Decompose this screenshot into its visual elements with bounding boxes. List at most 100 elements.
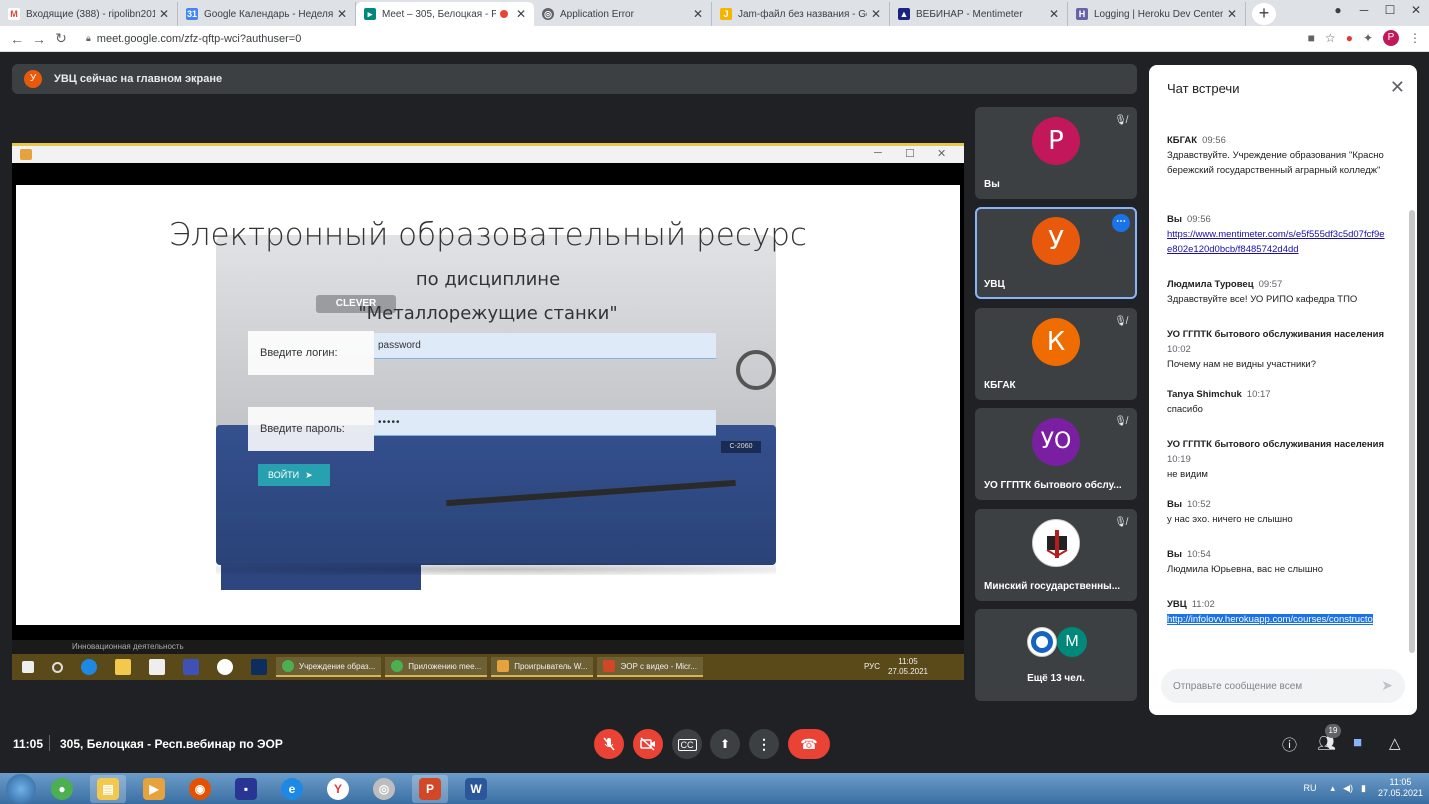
tray-arrow-icon[interactable]: ▴ bbox=[1331, 783, 1336, 794]
new-tab-button[interactable]: + bbox=[1252, 3, 1276, 25]
send-icon[interactable]: ➤ bbox=[1381, 677, 1393, 694]
leave-call-button[interactable]: ☎︎ bbox=[788, 729, 830, 759]
tab-application-error[interactable]: ◎ Application Error ✕ bbox=[534, 2, 712, 26]
close-icon[interactable]: ✕ bbox=[516, 7, 526, 21]
speaking-indicator-icon: ⋯ bbox=[1112, 214, 1130, 232]
present-button[interactable]: ⬆︎ bbox=[710, 729, 740, 759]
star-icon[interactable]: ☆ bbox=[1325, 31, 1336, 45]
participant-tile[interactable]: УО 🎙︎̸ УО ГГПТК бытового обслу... bbox=[975, 408, 1137, 500]
activities-icon[interactable]: △ bbox=[1389, 734, 1401, 752]
taskbar-ie[interactable]: e bbox=[274, 775, 310, 803]
captions-button[interactable]: CC bbox=[672, 729, 702, 759]
participant-mini-avatar: M bbox=[1057, 627, 1087, 657]
profile-icon[interactable]: ● bbox=[1325, 0, 1351, 20]
taskbar-explorer[interactable]: ▤ bbox=[90, 774, 126, 803]
opera-icon[interactable]: ● bbox=[1346, 31, 1353, 45]
windows-start-button[interactable] bbox=[6, 773, 36, 804]
windows-start-icon bbox=[22, 661, 34, 673]
taskbar-media-player[interactable]: ▶ bbox=[136, 775, 172, 803]
info-icon[interactable]: ⓘ bbox=[1282, 734, 1297, 755]
participant-name: Минский государственны... bbox=[984, 581, 1121, 592]
taskbar-powerpoint[interactable]: P bbox=[412, 774, 448, 803]
close-icon[interactable]: ✕ bbox=[871, 7, 881, 21]
divider bbox=[49, 735, 50, 751]
chat-icon[interactable]: ■ bbox=[1353, 734, 1362, 751]
message-link[interactable]: https://www.mentimeter.com/s/e5f555df3c5… bbox=[1167, 229, 1385, 255]
taskbar-yandex[interactable]: Y bbox=[320, 775, 356, 803]
message-time: 09:57 bbox=[1258, 279, 1283, 290]
tab-jamboard[interactable]: J Jam-файл без названия - Goog ✕ bbox=[712, 2, 890, 26]
tab-meet[interactable]: ▸ Meet – 305, Белоцкая - Респ ✕ bbox=[356, 2, 534, 26]
arrow-right-icon: ➤ bbox=[305, 469, 313, 480]
phone-hangup-icon: ☎︎ bbox=[800, 736, 818, 752]
message-sender: УО ГГПТК бытового обслуживания населения bbox=[1167, 439, 1385, 450]
profile-avatar[interactable]: P bbox=[1383, 30, 1399, 46]
participant-avatar: УО bbox=[1032, 418, 1080, 466]
participant-mini-logo-icon bbox=[1027, 627, 1057, 657]
reload-icon[interactable]: ↻ bbox=[50, 30, 72, 47]
mic-off-button[interactable] bbox=[594, 729, 624, 759]
volume-icon[interactable]: ◀︎) bbox=[1343, 783, 1353, 794]
camera-icon[interactable]: ■ bbox=[1308, 31, 1315, 45]
password-input: ••••• bbox=[374, 410, 716, 436]
powerpoint-icon bbox=[603, 660, 616, 672]
taskbar-antivirus[interactable]: ◉ bbox=[182, 775, 218, 803]
chat-message: Вы 10:54 Людмила Юрьевна, вас не слышно bbox=[1167, 547, 1389, 577]
meeting-name: 305, Белоцкая - Респ.вебинар по ЭОР bbox=[60, 737, 283, 751]
mic-off-icon: 🎙︎̸ bbox=[1114, 316, 1127, 327]
close-icon[interactable]: ✕ bbox=[337, 7, 347, 21]
menu-icon[interactable]: ⋮ bbox=[1409, 31, 1421, 45]
message-sender: Вы bbox=[1167, 499, 1182, 510]
camera-off-button[interactable] bbox=[633, 729, 663, 759]
close-window-icon[interactable]: ✕ bbox=[1403, 0, 1429, 20]
participant-tile[interactable]: У ⋯ УВЦ bbox=[975, 207, 1137, 299]
taskbar-cd[interactable]: ◎ bbox=[366, 775, 402, 803]
chat-message: Tanya Shimchuk 10:17 спасибо bbox=[1167, 387, 1389, 417]
more-options-button[interactable]: ⋮ bbox=[749, 729, 779, 759]
close-icon[interactable]: ✕ bbox=[1227, 7, 1237, 21]
chat-message: УО ГГПТК бытового обслуживания населения… bbox=[1167, 437, 1389, 482]
calendar-icon: 31 bbox=[186, 8, 198, 20]
close-icon[interactable]: ✕ bbox=[1390, 77, 1405, 98]
chat-scrollbar[interactable] bbox=[1409, 210, 1415, 653]
more-vert-icon: ⋮ bbox=[757, 736, 771, 752]
message-link[interactable]: http://infolovv.herokuapp.com/courses/co… bbox=[1167, 614, 1373, 625]
shared-screen: ─ ☐ ✕ CLEVER C-2060 Электронный образова… bbox=[12, 143, 964, 680]
message-text: не видим bbox=[1167, 469, 1208, 480]
url-field[interactable]: 🔒︎ meet.google.com/zfz-qftp-wci?authuser… bbox=[86, 33, 301, 45]
network-icon[interactable]: ▮ bbox=[1361, 783, 1366, 794]
taskbar-word[interactable]: W bbox=[458, 775, 494, 803]
yandex-icon: Y bbox=[327, 777, 349, 800]
language-indicator[interactable]: RU bbox=[1304, 783, 1317, 793]
tab-heroku[interactable]: H Logging | Heroku Dev Center ✕ bbox=[1068, 2, 1246, 26]
windows-clock[interactable]: 11:05 27.05.2021 bbox=[1378, 777, 1423, 799]
participant-count-badge: 19 bbox=[1325, 724, 1341, 738]
extensions-icon[interactable]: ✦ bbox=[1363, 31, 1373, 45]
participant-tile[interactable]: 🎙︎̸ Минский государственны... bbox=[975, 509, 1137, 601]
chat-message-input[interactable]: Отправьте сообщение всем ➤ bbox=[1161, 669, 1405, 703]
message-sender: Вы bbox=[1167, 214, 1182, 225]
close-icon[interactable]: ✕ bbox=[693, 7, 703, 21]
tray-lang: РУС bbox=[863, 662, 880, 671]
chat-message: УВЦ 11:02 http://infolovv.herokuapp.com/c… bbox=[1167, 597, 1389, 627]
message-sender: КБГАК bbox=[1167, 135, 1198, 146]
minimize-icon[interactable]: ─ bbox=[1351, 0, 1377, 20]
participant-tile[interactable]: К 🎙︎̸ КБГАК bbox=[975, 308, 1137, 400]
more-participants-tile[interactable]: M Ещё 13 чел. bbox=[975, 609, 1137, 701]
tab-gmail[interactable]: M Входящие (388) - ripolibn2019@ ✕ bbox=[0, 2, 178, 26]
participant-name: КБГАК bbox=[984, 380, 1016, 391]
maximize-icon[interactable]: ☐ bbox=[1377, 0, 1403, 20]
message-sender: Tanya Shimchuk bbox=[1167, 389, 1242, 400]
forward-icon[interactable]: → bbox=[28, 31, 50, 47]
participant-name: Вы bbox=[984, 179, 1000, 190]
close-icon[interactable]: ✕ bbox=[1049, 7, 1059, 21]
tab-mentimeter[interactable]: ▲ ВЕБИНАР - Mentimeter ✕ bbox=[890, 2, 1068, 26]
close-icon[interactable]: ✕ bbox=[159, 7, 169, 21]
taskbar-chrome[interactable]: ● bbox=[44, 775, 80, 803]
participant-tile[interactable]: P 🎙︎̸ Вы bbox=[975, 107, 1137, 199]
back-icon[interactable]: ← bbox=[6, 31, 28, 47]
tab-calendar[interactable]: 31 Google Календарь - Неделя: 24 ✕ bbox=[178, 2, 356, 26]
taskbar-save[interactable]: ▪ bbox=[228, 775, 264, 803]
password-label: Введите пароль: bbox=[248, 407, 374, 451]
media-player-icon bbox=[497, 660, 510, 672]
